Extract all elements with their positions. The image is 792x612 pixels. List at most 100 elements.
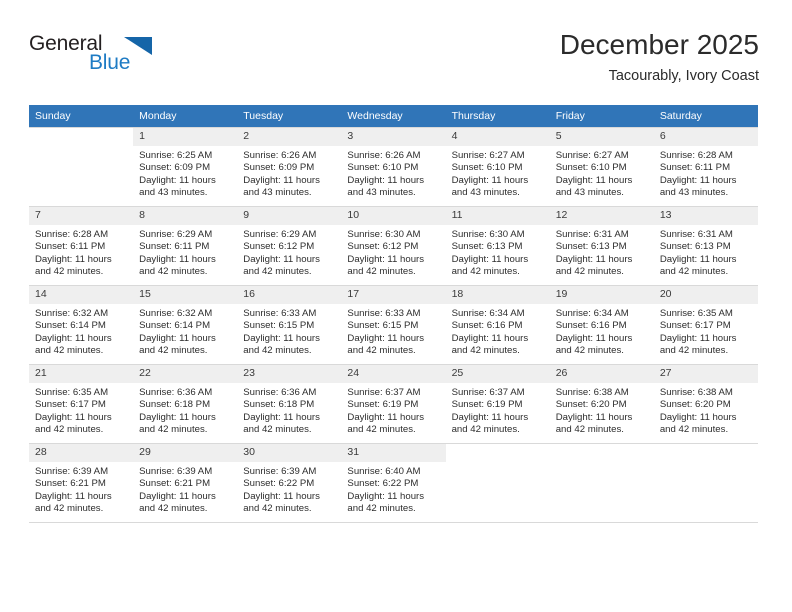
day-detail-line: and 43 minutes. <box>347 187 416 199</box>
day-detail-line: Daylight: 11 hours <box>347 411 425 423</box>
day-detail-line: and 42 minutes. <box>555 345 624 357</box>
day-detail-line: Daylight: 11 hours <box>347 332 425 344</box>
calendar-day-cell[interactable]: 4 Sunrise: 6:27 AM Sunset: 6:10 PM Daylight… <box>445 127 550 207</box>
calendar-day-cell[interactable]: 12 Sunrise: 6:31 AM Sunset: 6:13 PM Dayligh… <box>549 206 654 286</box>
day-detail-line: Sunset: 6:19 PM <box>451 399 523 411</box>
day-detail-line: Sunrise: 6:31 AM <box>555 229 629 240</box>
day-details <box>29 146 133 150</box>
calendar-day-cell[interactable]: 6 Sunrise: 6:28 AM Sunset: 6:11 PM Daylight… <box>653 127 758 207</box>
day-detail-line: Daylight: 11 hours <box>451 411 529 423</box>
calendar-day-cell[interactable]: 19 Sunrise: 6:34 AM Sunset: 6:16 PM Dayligh… <box>549 285 654 365</box>
day-detail-line: Sunrise: 6:35 AM <box>659 308 733 319</box>
day-detail-line: Sunrise: 6:25 AM <box>139 150 213 161</box>
day-detail-line: Sunset: 6:20 PM <box>555 399 627 411</box>
calendar-day-cell[interactable]: 13 Sunrise: 6:31 AM Sunset: 6:13 PM Dayligh… <box>653 206 758 286</box>
day-detail-line: Sunrise: 6:37 AM <box>451 387 525 398</box>
day-detail-line: Sunrise: 6:29 AM <box>139 229 213 240</box>
calendar-day-cell[interactable]: 1 Sunrise: 6:25 AM Sunset: 6:09 PM Daylight… <box>133 127 238 207</box>
day-detail-line: Daylight: 11 hours <box>243 411 320 423</box>
day-detail-line: and 42 minutes. <box>347 266 416 278</box>
day-detail-line: Sunrise: 6:26 AM <box>243 150 317 161</box>
calendar-day-cell[interactable]: 24 Sunrise: 6:37 AM Sunset: 6:19 PM Dayligh… <box>341 364 446 444</box>
day-detail-line: Sunset: 6:21 PM <box>35 478 106 490</box>
day-detail-line: Daylight: 11 hours <box>139 411 216 423</box>
day-detail-line: Sunset: 6:20 PM <box>659 399 731 411</box>
day-number: 31 <box>341 444 446 462</box>
calendar-day-cell[interactable]: 3 Sunrise: 6:26 AM Sunset: 6:10 PM Daylight… <box>341 127 446 207</box>
day-detail-line: and 43 minutes. <box>139 187 208 199</box>
day-number: 18 <box>445 286 550 304</box>
calendar-day-cell[interactable]: 27 Sunrise: 6:38 AM Sunset: 6:20 PM Dayligh… <box>653 364 758 444</box>
calendar-day-cell[interactable]: 23 Sunrise: 6:36 AM Sunset: 6:18 PM Dayligh… <box>237 364 342 444</box>
calendar-week-row: 1 Sunrise: 6:25 AM Sunset: 6:09 PM Daylight… <box>29 127 758 207</box>
day-number: 20 <box>653 286 758 304</box>
day-detail-line: Sunset: 6:16 PM <box>555 320 627 332</box>
day-detail-line: Sunrise: 6:29 AM <box>243 229 317 240</box>
weekday-header-sunday: Sunday <box>29 105 134 128</box>
day-details: Sunrise: 6:35 AM Sunset: 6:17 PM Daylight:… <box>29 383 133 437</box>
calendar-week-row: 28 Sunrise: 6:39 AM Sunset: 6:21 PM Dayligh… <box>29 443 758 523</box>
calendar-day-cell[interactable]: 29 Sunrise: 6:39 AM Sunset: 6:21 PM Dayligh… <box>133 443 238 523</box>
day-detail-line: Daylight: 11 hours <box>659 411 737 423</box>
day-detail-line: and 42 minutes. <box>243 266 312 278</box>
weekday-header-row: Sunday Monday Tuesday Wednesday Thursday… <box>29 105 758 128</box>
day-detail-line: Sunset: 6:21 PM <box>139 478 211 490</box>
calendar-day-cell[interactable]: 8 Sunrise: 6:29 AM Sunset: 6:11 PM Daylight… <box>133 206 238 286</box>
day-details: Sunrise: 6:35 AM Sunset: 6:17 PM Daylight:… <box>654 304 758 358</box>
day-detail-line: Daylight: 11 hours <box>555 332 633 344</box>
calendar-day-cell[interactable]: 14 Sunrise: 6:32 AM Sunset: 6:14 PM Dayligh… <box>29 285 134 365</box>
calendar-day-cell[interactable]: 28 Sunrise: 6:39 AM Sunset: 6:21 PM Dayligh… <box>29 443 134 523</box>
day-number <box>29 128 134 146</box>
calendar-day-cell[interactable]: 17 Sunrise: 6:33 AM Sunset: 6:15 PM Dayligh… <box>341 285 446 365</box>
day-detail-line: and 42 minutes. <box>347 345 416 357</box>
day-number: 4 <box>445 128 550 146</box>
day-detail-line: Sunset: 6:10 PM <box>451 162 523 174</box>
day-details <box>654 462 758 466</box>
day-number: 15 <box>133 286 238 304</box>
day-detail-line: Sunset: 6:12 PM <box>243 241 315 253</box>
day-detail-line: Daylight: 11 hours <box>347 253 425 265</box>
calendar-day-cell[interactable]: 11 Sunrise: 6:30 AM Sunset: 6:13 PM Dayligh… <box>445 206 550 286</box>
day-detail-line: and 42 minutes. <box>139 503 208 515</box>
calendar-day-cell[interactable]: 22 Sunrise: 6:36 AM Sunset: 6:18 PM Dayligh… <box>133 364 238 444</box>
day-detail-line: Sunset: 6:18 PM <box>139 399 211 411</box>
calendar-day-cell[interactable]: 15 Sunrise: 6:32 AM Sunset: 6:14 PM Dayligh… <box>133 285 238 365</box>
day-detail-line: Daylight: 11 hours <box>347 174 425 186</box>
calendar-day-cell[interactable]: 20 Sunrise: 6:35 AM Sunset: 6:17 PM Dayligh… <box>653 285 758 365</box>
day-details: Sunrise: 6:36 AM Sunset: 6:18 PM Daylight:… <box>133 383 237 437</box>
calendar-day-cell[interactable]: 5 Sunrise: 6:27 AM Sunset: 6:10 PM Daylight… <box>549 127 654 207</box>
weekday-header-tuesday: Tuesday <box>237 105 342 128</box>
day-detail-line: Daylight: 11 hours <box>243 490 320 502</box>
sunrise-sunset-calendar: Sunday Monday Tuesday Wednesday Thursday… <box>29 105 758 523</box>
calendar-week-row: 7 Sunrise: 6:28 AM Sunset: 6:11 PM Daylight… <box>29 206 758 286</box>
calendar-day-cell[interactable]: 30 Sunrise: 6:39 AM Sunset: 6:22 PM Dayligh… <box>237 443 342 523</box>
day-detail-line: Sunrise: 6:28 AM <box>659 150 733 161</box>
day-number: 21 <box>29 365 134 383</box>
calendar-day-cell[interactable]: 31 Sunrise: 6:40 AM Sunset: 6:22 PM Dayligh… <box>341 443 446 523</box>
day-detail-line: Sunrise: 6:31 AM <box>659 229 733 240</box>
day-detail-line: Sunrise: 6:36 AM <box>139 387 213 398</box>
calendar-day-cell[interactable]: 16 Sunrise: 6:33 AM Sunset: 6:15 PM Dayligh… <box>237 285 342 365</box>
day-number: 8 <box>133 207 238 225</box>
calendar-day-cell[interactable]: 9 Sunrise: 6:29 AM Sunset: 6:12 PM Daylight… <box>237 206 342 286</box>
day-detail-line: Daylight: 11 hours <box>555 174 633 186</box>
title-block: December 2025 Tacourably, Ivory Coast <box>299 28 759 85</box>
calendar-day-cell[interactable]: 10 Sunrise: 6:30 AM Sunset: 6:12 PM Dayligh… <box>341 206 446 286</box>
day-details: Sunrise: 6:30 AM Sunset: 6:12 PM Daylight:… <box>341 225 445 279</box>
day-detail-line: and 42 minutes. <box>451 424 520 436</box>
calendar-day-cell[interactable]: 7 Sunrise: 6:28 AM Sunset: 6:11 PM Daylight… <box>29 206 134 286</box>
day-detail-line: Daylight: 11 hours <box>139 332 216 344</box>
calendar-day-cell[interactable]: 18 Sunrise: 6:34 AM Sunset: 6:16 PM Dayligh… <box>445 285 550 365</box>
day-number: 25 <box>445 365 550 383</box>
calendar-day-cell[interactable]: 26 Sunrise: 6:38 AM Sunset: 6:20 PM Dayligh… <box>549 364 654 444</box>
calendar-day-cell[interactable]: 2 Sunrise: 6:26 AM Sunset: 6:09 PM Daylight… <box>237 127 342 207</box>
day-detail-line: and 42 minutes. <box>659 424 729 436</box>
calendar-day-cell[interactable]: 21 Sunrise: 6:35 AM Sunset: 6:17 PM Dayligh… <box>29 364 134 444</box>
day-detail-line: Sunset: 6:10 PM <box>347 162 419 174</box>
day-detail-line: Daylight: 11 hours <box>243 253 320 265</box>
day-number: 30 <box>237 444 342 462</box>
calendar-day-cell[interactable]: 25 Sunrise: 6:37 AM Sunset: 6:19 PM Dayligh… <box>445 364 550 444</box>
day-detail-line: Sunrise: 6:38 AM <box>555 387 629 398</box>
day-details: Sunrise: 6:40 AM Sunset: 6:22 PM Daylight:… <box>341 462 445 516</box>
day-number: 14 <box>29 286 134 304</box>
